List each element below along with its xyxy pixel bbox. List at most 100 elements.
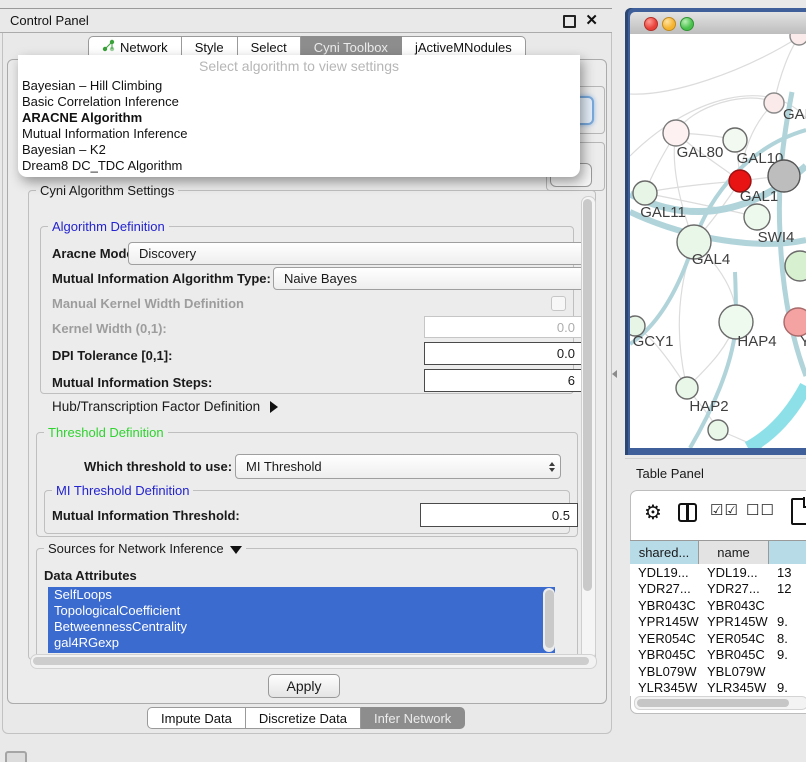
tab-infer-network-label: Infer Network (374, 711, 451, 726)
close-panel-icon[interactable]: ✕ (585, 11, 598, 29)
zoom-window-icon[interactable] (680, 17, 694, 31)
algorithm-option[interactable]: Bayesian – K2 (18, 142, 580, 158)
settings-horizontal-scrollbar[interactable] (30, 654, 597, 669)
table-cell: YBL079W (699, 664, 769, 679)
algorithm-option[interactable]: ARACNE Algorithm (18, 110, 580, 126)
data-attribute-item[interactable]: SelfLoops (48, 587, 555, 603)
attributes-scrollbar[interactable] (543, 588, 555, 652)
dpi-tolerance-field[interactable]: 0.0 (424, 342, 583, 365)
aracne-mode-label: Aracne Mode: (52, 246, 138, 261)
algorithm-definition-title: Algorithm Definition (48, 219, 169, 234)
sources-group-title[interactable]: Sources for Network Inference (44, 541, 246, 556)
tab-cyni-toolbox-label: Cyni Toolbox (314, 40, 388, 55)
tab-infer-network[interactable]: Infer Network (361, 707, 465, 729)
column-header-shared-name[interactable]: shared... (630, 541, 699, 564)
aracne-mode-value: Discovery (139, 246, 196, 261)
network-node-gal[interactable] (764, 93, 784, 113)
table-cell: YLR345W (630, 680, 699, 695)
table-cell: YBR045C (630, 647, 699, 662)
tab-discretize-data[interactable]: Discretize Data (246, 707, 361, 729)
network-node-gal80[interactable] (663, 120, 689, 146)
expanded-arrow-icon (230, 546, 242, 554)
table-panel-titlebar: Table Panel (625, 458, 806, 487)
mi-threshold-field[interactable]: 0.5 (420, 503, 578, 527)
column-header-name[interactable]: name (699, 541, 769, 564)
dpi-tolerance-label: DPI Tolerance [0,1]: (52, 348, 172, 363)
dpi-tolerance-value: 0.0 (557, 346, 575, 361)
network-node-gal11[interactable] (633, 181, 657, 205)
hub-definition-toggle[interactable]: Hub/Transcription Factor Definition (52, 399, 278, 414)
table-row[interactable]: YPR145WYPR145W9. (630, 614, 806, 631)
table-row[interactable]: YLR345WYLR345W9. (630, 680, 806, 697)
settings-vertical-scrollbar[interactable] (581, 196, 596, 660)
network-node-gal10[interactable] (723, 128, 747, 152)
node-label: GCY1 (633, 333, 674, 350)
data-attributes-list[interactable]: SelfLoopsTopologicalCoefficientBetweenne… (48, 587, 555, 653)
float-window-icon[interactable] (563, 15, 576, 28)
spinner-arrows-icon (549, 462, 555, 472)
algorithm-option[interactable]: Basic Correlation Inference (18, 94, 580, 110)
mi-steps-value: 6 (568, 373, 575, 388)
mi-steps-field[interactable]: 6 (424, 369, 583, 392)
minimize-window-icon[interactable] (662, 17, 676, 31)
node-label: GAL11 (640, 204, 686, 221)
table-cell: YBL079W (630, 664, 699, 679)
mi-threshold-label: Mutual Information Threshold: (52, 508, 240, 523)
select-all-checkboxes-icon[interactable]: ☑☑ (710, 501, 739, 519)
algorithm-option[interactable]: Mutual Information Inference (18, 126, 580, 142)
panel-splitter-arrow[interactable] (612, 370, 617, 378)
table-row[interactable]: YDR27...YDR27...12 (630, 581, 806, 598)
network-node-hap2[interactable] (676, 377, 698, 399)
which-threshold-value: MI Threshold (246, 459, 322, 474)
node-label: HAP2 (689, 398, 728, 415)
which-threshold-select[interactable]: MI Threshold (235, 454, 561, 479)
network-tab-icon (102, 39, 115, 55)
table-row[interactable]: YER054CYER054C8. (630, 630, 806, 647)
table-horizontal-scrollbar[interactable] (634, 696, 806, 710)
table-row[interactable]: YDL19...YDL19...13 (630, 564, 806, 581)
tab-network-label: Network (120, 40, 168, 55)
data-attribute-item[interactable]: BetweennessCentrality (48, 619, 555, 635)
algorithm-placeholder-option[interactable]: Select algorithm to view settings (18, 55, 580, 78)
bottom-tabbar: Impute Data Discretize Data Infer Networ… (147, 707, 465, 729)
manual-kernel-checkbox[interactable] (551, 296, 566, 311)
algorithm-option[interactable]: Bayesian – Hill Climbing (18, 78, 580, 94)
data-attribute-item[interactable]: gal4RGexp (48, 635, 555, 651)
table-row[interactable]: YBR045CYBR045C9. (630, 647, 806, 664)
tab-select-label: Select (251, 40, 287, 55)
column-header-partial[interactable]: A (769, 541, 806, 564)
tab-impute-data[interactable]: Impute Data (147, 707, 246, 729)
mi-type-select[interactable]: Naive Bayes (273, 267, 595, 290)
data-attribute-item[interactable]: TopologicalCoefficient (48, 603, 555, 619)
network-node-y[interactable] (784, 308, 806, 336)
table-cell: 9. (769, 614, 806, 629)
split-view-icon[interactable] (678, 503, 697, 522)
network-canvas[interactable]: GALGAL80GAL10GAL1GAL11SWI4GAL4GCY1HAP4YH… (630, 34, 806, 448)
network-node-swi4[interactable] (744, 204, 770, 230)
deselect-checkboxes-icon[interactable]: ☐☐ (746, 501, 775, 519)
aracne-mode-select[interactable]: Discovery (128, 242, 595, 265)
minimized-panel-icon[interactable] (5, 751, 27, 762)
apply-button[interactable]: Apply (268, 674, 340, 698)
network-node[interactable] (790, 34, 806, 45)
mi-threshold-group-title: MI Threshold Definition (52, 483, 193, 498)
table-row[interactable]: YBL079WYBL079W (630, 663, 806, 680)
table-cell: YDL19... (699, 565, 769, 580)
application-root: Control Panel ✕ Network Style Select Cyn… (0, 0, 806, 762)
collapsed-arrow-icon (270, 401, 278, 413)
gear-icon[interactable]: ⚙ (644, 500, 662, 525)
table-cell: 12 (769, 581, 806, 596)
table-toolbar: ⚙ ☑☑ ☐☐ (630, 498, 806, 536)
network-node[interactable] (708, 420, 728, 440)
table-cell: YDR27... (699, 581, 769, 596)
control-panel-titlebar: Control Panel ✕ (0, 8, 612, 33)
table-row[interactable]: YBR043CYBR043C (630, 597, 806, 614)
network-node[interactable] (785, 251, 806, 281)
network-node[interactable] (768, 160, 800, 192)
file-icon[interactable] (791, 498, 806, 525)
algorithm-option[interactable]: Dream8 DC_TDC Algorithm (18, 158, 580, 174)
manual-kernel-label: Manual Kernel Width Definition (52, 296, 244, 311)
node-label: GAL4 (692, 251, 730, 268)
close-window-icon[interactable] (644, 17, 658, 31)
network-window-titlebar[interactable] (630, 12, 806, 35)
